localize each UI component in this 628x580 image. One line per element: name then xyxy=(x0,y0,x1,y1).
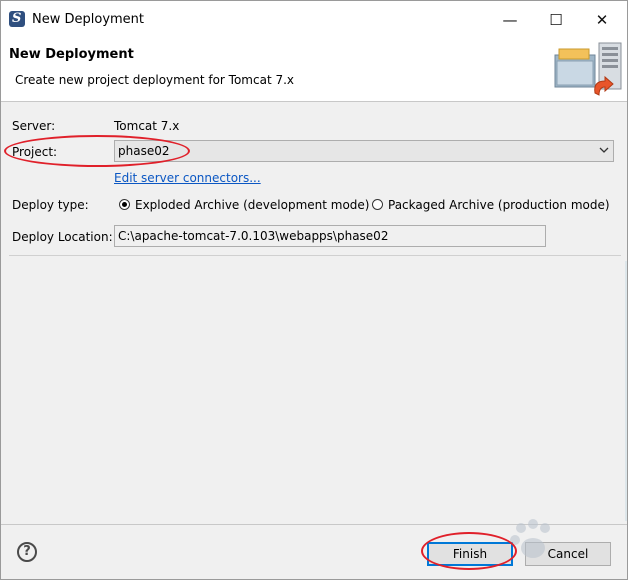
project-annotation-ellipse xyxy=(4,135,190,167)
title-bar[interactable]: S New Deployment — ☐ ✕ xyxy=(1,1,627,39)
deploy-location-label: Deploy Location: xyxy=(12,230,113,244)
radio-packaged-archive[interactable] xyxy=(372,199,383,210)
maximize-button[interactable]: ☐ xyxy=(533,1,579,39)
banner-title: New Deployment xyxy=(9,47,134,62)
finish-annotation-ellipse xyxy=(421,532,517,570)
close-button[interactable]: ✕ xyxy=(579,1,625,39)
help-button[interactable]: ? xyxy=(17,542,37,562)
minimize-button[interactable]: — xyxy=(487,1,533,39)
dialog-window: S New Deployment — ☐ ✕ New Deployment Cr… xyxy=(0,0,628,580)
form-separator xyxy=(9,255,621,256)
radio-packaged-archive-label[interactable]: Packaged Archive (production mode) xyxy=(388,198,610,212)
edit-server-connectors-link[interactable]: Edit server connectors... xyxy=(114,171,261,185)
deploy-type-label: Deploy type: xyxy=(12,198,89,212)
chevron-down-icon xyxy=(599,147,609,153)
banner-description: Create new project deployment for Tomcat… xyxy=(15,73,295,87)
wizard-banner: New Deployment Create new project deploy… xyxy=(1,39,627,102)
deploy-location-value: C:\apache-tomcat-7.0.103\webapps\phase02 xyxy=(118,229,389,243)
server-label: Server: xyxy=(12,119,56,133)
app-icon: S xyxy=(9,11,25,27)
server-value: Tomcat 7.x xyxy=(114,119,180,133)
radio-exploded-archive[interactable] xyxy=(119,199,130,210)
server-deploy-icon xyxy=(554,42,622,96)
deploy-location-field[interactable]: C:\apache-tomcat-7.0.103\webapps\phase02 xyxy=(114,225,546,247)
radio-exploded-archive-label[interactable]: Exploded Archive (development mode) xyxy=(135,198,370,212)
window-title: New Deployment xyxy=(32,12,145,27)
